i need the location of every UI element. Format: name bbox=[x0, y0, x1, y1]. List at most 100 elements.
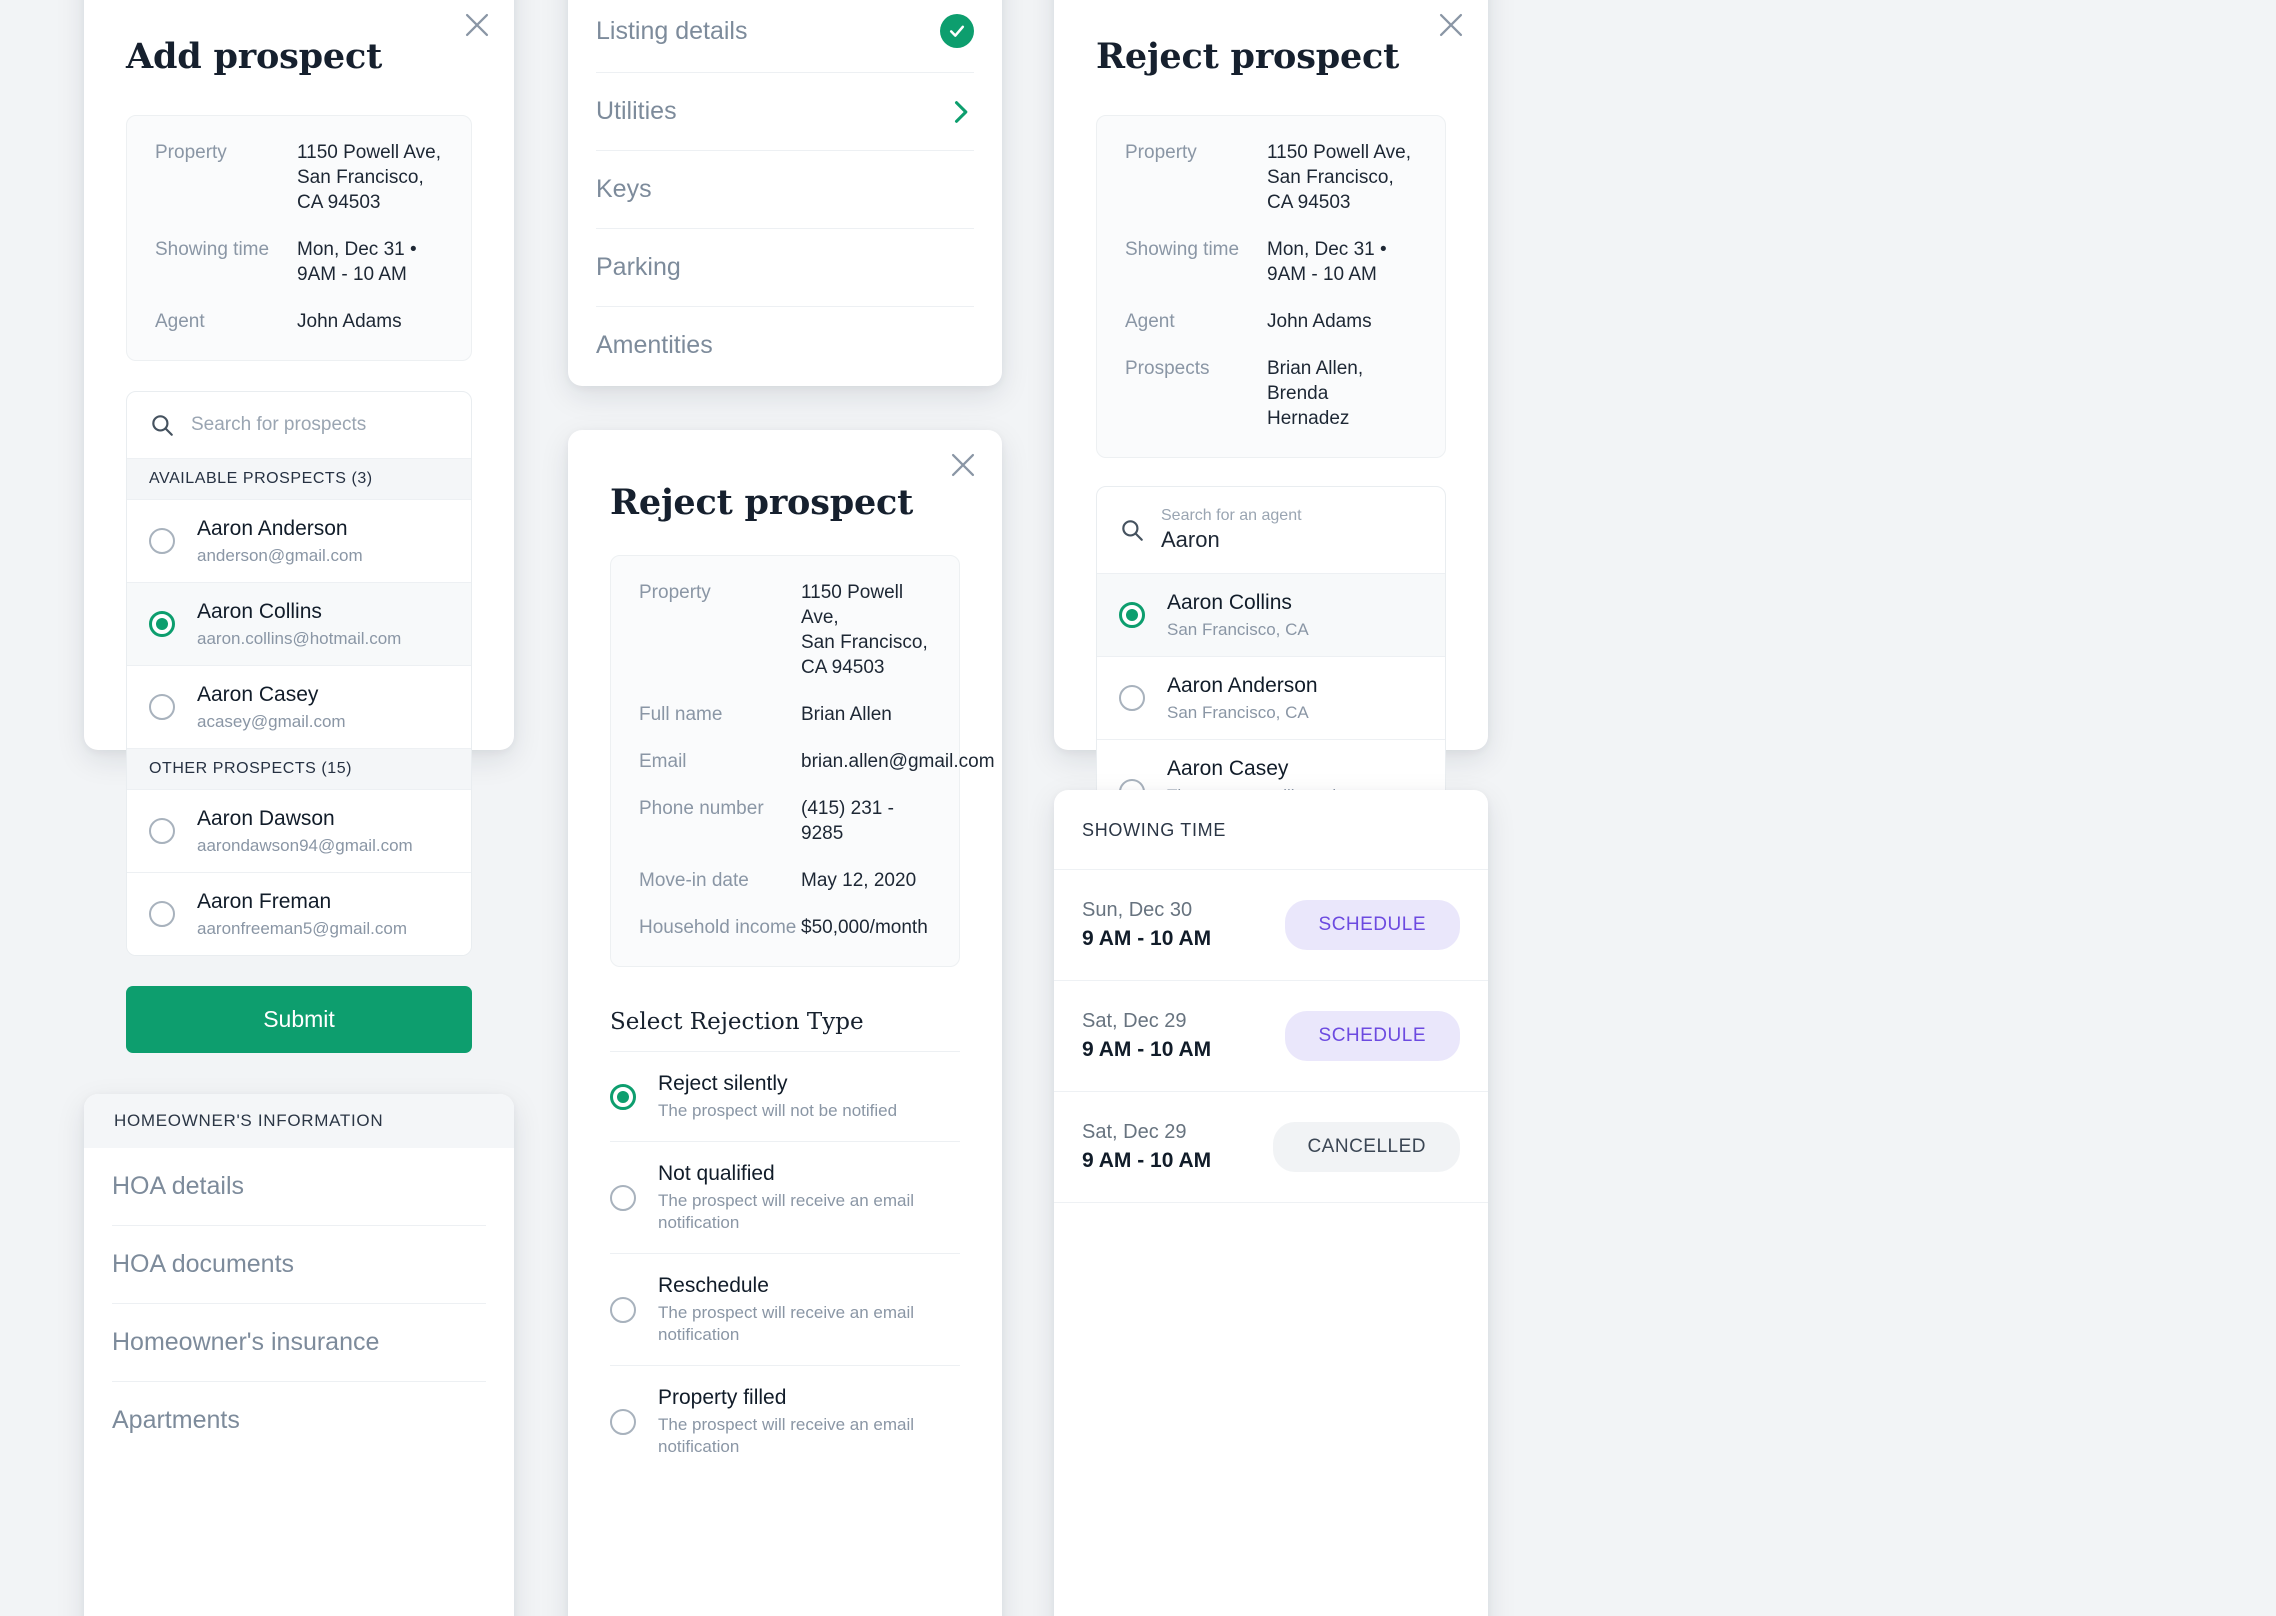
close-icon[interactable] bbox=[460, 8, 494, 42]
showing-time-range: 9 AM - 10 AM bbox=[1082, 1149, 1212, 1172]
prospect-email: acasey@gmail.com bbox=[197, 712, 346, 731]
nav-item-parking[interactable]: Parking bbox=[596, 229, 974, 307]
radio-icon[interactable] bbox=[149, 528, 175, 554]
prospect-name: Aaron Collins bbox=[197, 600, 322, 623]
prospect-option[interactable]: Aaron Casey acasey@gmail.com bbox=[127, 666, 471, 749]
search-agent-input[interactable]: Aaron bbox=[1161, 526, 1302, 553]
screen: Add prospect Property 1150 Powell Ave, S… bbox=[0, 0, 2276, 1616]
summary-row: Move-in date May 12, 2020 bbox=[639, 870, 917, 891]
prospect-email: aaronfreeman5@gmail.com bbox=[197, 919, 408, 938]
summary-row: Phone number (415) 231 - 9285 bbox=[639, 798, 894, 844]
rejection-option-desc: The prospect will not be notified bbox=[658, 1101, 898, 1120]
chevron-right-icon[interactable] bbox=[946, 98, 974, 126]
showing-time-range: 9 AM - 10 AM bbox=[1082, 1038, 1212, 1061]
agent-option[interactable]: Aaron Anderson San Francisco, CA bbox=[1097, 657, 1445, 740]
rejection-option[interactable]: Not qualified The prospect will receive … bbox=[610, 1142, 960, 1254]
check-icon bbox=[940, 14, 974, 48]
radio-icon[interactable] bbox=[610, 1083, 636, 1110]
summary-row: Email brian.allen@gmail.com bbox=[639, 751, 995, 772]
summary-row: Property 1150 Powell Ave, San Francisco,… bbox=[155, 142, 442, 213]
prospect-email: aaron.collins@hotmail.com bbox=[197, 629, 402, 648]
general-nav-list: Listing details Utilities Keys Parking A… bbox=[568, 0, 1002, 384]
section-header: SHOWING TIME bbox=[1054, 790, 1488, 870]
nav-item-homeowners-insurance[interactable]: Homeowner's insurance bbox=[112, 1304, 486, 1382]
prospect-option[interactable]: Aaron Dawson aarondawson94@gmail.com bbox=[127, 790, 471, 873]
radio-icon[interactable] bbox=[149, 818, 175, 844]
page-title: Reject prospect bbox=[1096, 36, 1400, 77]
submit-button[interactable]: Submit bbox=[126, 986, 472, 1053]
nav-item-hoa-details[interactable]: HOA details bbox=[112, 1148, 486, 1226]
showing-time-row: Sun, Dec 30 9 AM - 10 AM SCHEDULE bbox=[1054, 870, 1488, 981]
cancelled-badge: CANCELLED bbox=[1273, 1122, 1460, 1172]
rejection-option[interactable]: Reschedule The prospect will receive an … bbox=[610, 1254, 960, 1366]
showing-date: Sat, Dec 29 bbox=[1082, 1121, 1187, 1143]
rejection-option-name: Reschedule bbox=[658, 1274, 769, 1297]
summary-row: Property 1150 Powell Ave, San Francisco,… bbox=[1125, 142, 1412, 213]
radio-icon[interactable] bbox=[610, 1184, 636, 1211]
summary-row: Household income $50,000/month bbox=[639, 917, 928, 938]
reject-prospect-agent-modal: Reject prospect Property 1150 Powell Ave… bbox=[1054, 0, 1488, 1147]
showing-date: Sat, Dec 29 bbox=[1082, 1010, 1187, 1032]
page-title: Add prospect bbox=[126, 36, 383, 77]
rejection-option-desc: The prospect will receive an email notif… bbox=[658, 1191, 915, 1232]
nav-item-amentities[interactable]: Amentities bbox=[596, 307, 974, 384]
summary-row: Property 1150 Powell Ave, San Francisco,… bbox=[639, 582, 928, 678]
rejection-option[interactable]: Property filled The prospect will receiv… bbox=[610, 1366, 960, 1477]
prospect-option[interactable]: Aaron Anderson anderson@gmail.com bbox=[127, 500, 471, 583]
general-card: GENERAL Listing details Utilities bbox=[568, 0, 1002, 386]
showing-time-row: Sat, Dec 29 9 AM - 10 AM CANCELLED bbox=[1054, 1092, 1488, 1203]
prospect-summary: Property 1150 Powell Ave, San Francisco,… bbox=[610, 555, 995, 967]
radio-icon[interactable] bbox=[1119, 602, 1145, 628]
search-agent-field[interactable]: Search for an agent Aaron bbox=[1097, 487, 1445, 574]
radio-icon[interactable] bbox=[149, 611, 175, 637]
rejection-option-name: Not qualified bbox=[658, 1162, 775, 1185]
prospect-name: Aaron Casey bbox=[197, 683, 319, 706]
prospect-option[interactable]: Aaron Collins aaron.collins@hotmail.com bbox=[127, 583, 471, 666]
nav-item-hoa-documents[interactable]: HOA documents bbox=[112, 1226, 486, 1304]
schedule-button[interactable]: SCHEDULE bbox=[1284, 1011, 1460, 1061]
search-input[interactable]: Search for prospects bbox=[191, 414, 366, 436]
prospect-email: aarondawson94@gmail.com bbox=[197, 836, 413, 855]
agent-name: Aaron Anderson bbox=[1167, 674, 1318, 697]
prospect-option[interactable]: Aaron Freman aaronfreeman5@gmail.com bbox=[127, 873, 471, 955]
prospect-name: Aaron Freman bbox=[197, 890, 332, 913]
radio-icon[interactable] bbox=[610, 1296, 636, 1323]
radio-icon[interactable] bbox=[149, 901, 175, 927]
nav-item-utilities[interactable]: Utilities bbox=[596, 73, 974, 151]
homeowner-information-card: HOMEOWNER'S INFORMATION HOA details HOA … bbox=[84, 1094, 514, 1616]
nav-item-apartments[interactable]: Apartments bbox=[112, 1382, 486, 1459]
nav-item-keys[interactable]: Keys bbox=[596, 151, 974, 229]
radio-icon[interactable] bbox=[610, 1408, 636, 1435]
prospect-name: Aaron Anderson bbox=[197, 517, 348, 540]
summary-row: Agent John Adams bbox=[1125, 311, 1372, 332]
close-icon[interactable] bbox=[946, 448, 980, 482]
search-icon bbox=[149, 412, 175, 438]
search-prospects-field[interactable]: Search for prospects bbox=[127, 392, 471, 459]
homeowner-nav-list: HOA details HOA documents Homeowner's in… bbox=[84, 1148, 514, 1459]
radio-icon[interactable] bbox=[1119, 685, 1145, 711]
agent-sub: San Francisco, CA bbox=[1167, 620, 1309, 639]
summary-row: Showing time Mon, Dec 31 • 9AM - 10 AM bbox=[1125, 239, 1387, 285]
showing-time-row: Sat, Dec 29 9 AM - 10 AM SCHEDULE bbox=[1054, 981, 1488, 1092]
schedule-button[interactable]: SCHEDULE bbox=[1284, 900, 1460, 950]
rejection-option-desc: The prospect will receive an email notif… bbox=[658, 1415, 915, 1456]
prospect-name: Aaron Dawson bbox=[197, 807, 335, 830]
group-header-other: OTHER PROSPECTS (15) bbox=[127, 749, 471, 790]
rejection-type-title: Select Rejection Type bbox=[610, 1009, 960, 1052]
showing-summary: Property 1150 Powell Ave, San Francisco,… bbox=[1096, 115, 1446, 458]
radio-icon[interactable] bbox=[149, 694, 175, 720]
rejection-option-desc: The prospect will receive an email notif… bbox=[658, 1303, 915, 1344]
agent-option[interactable]: Aaron Collins San Francisco, CA bbox=[1097, 574, 1445, 657]
rejection-option[interactable]: Reject silently The prospect will not be… bbox=[610, 1052, 960, 1142]
agent-sub: San Francisco, CA bbox=[1167, 703, 1309, 722]
add-prospect-modal: Add prospect Property 1150 Powell Ave, S… bbox=[84, 0, 514, 1053]
summary-row: Showing time Mon, Dec 31 • 9AM - 10 AM bbox=[155, 239, 417, 285]
close-icon[interactable] bbox=[1434, 8, 1468, 42]
showing-time-card: SHOWING TIME Sun, Dec 30 9 AM - 10 AM SC… bbox=[1054, 790, 1488, 1616]
showing-time-range: 9 AM - 10 AM bbox=[1082, 927, 1212, 950]
property-summary: Property 1150 Powell Ave, San Francisco,… bbox=[126, 115, 472, 361]
nav-item-listing-details[interactable]: Listing details bbox=[596, 0, 974, 73]
rejection-option-name: Reject silently bbox=[658, 1072, 788, 1095]
summary-row: Prospects Brian Allen, Brenda Hernadez bbox=[1125, 358, 1364, 429]
group-header-available: AVAILABLE PROSPECTS (3) bbox=[127, 459, 471, 500]
